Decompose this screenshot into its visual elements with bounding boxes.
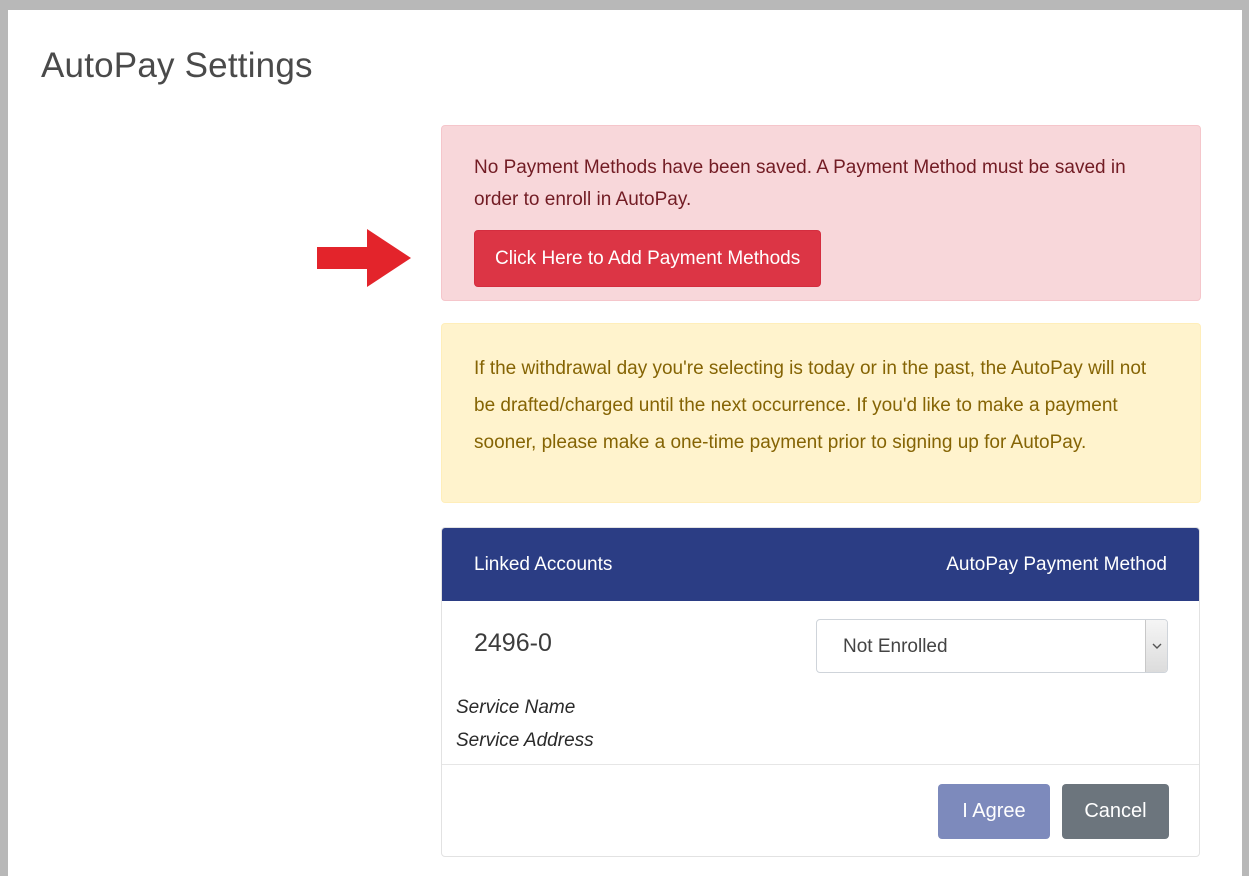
page-title: AutoPay Settings	[41, 46, 313, 85]
page-frame: AutoPay Settings No Payment Methods have…	[0, 0, 1249, 876]
linked-accounts-card: Linked Accounts AutoPay Payment Method 2…	[441, 527, 1200, 857]
account-row: 2496-0 Service Name Service Address Not …	[442, 601, 1199, 765]
arrow-right-icon	[317, 229, 411, 287]
payment-method-selected-value: Not Enrolled	[843, 636, 948, 657]
service-address: Service Address	[456, 730, 594, 751]
withdrawal-day-warning: If the withdrawal day you're selecting i…	[441, 323, 1201, 503]
cancel-button[interactable]: Cancel	[1062, 784, 1169, 839]
service-info: Service Name Service Address	[456, 691, 594, 757]
add-payment-methods-button[interactable]: Click Here to Add Payment Methods	[474, 230, 822, 287]
linked-accounts-heading: Linked Accounts	[474, 553, 613, 575]
linked-accounts-header: Linked Accounts AutoPay Payment Method	[442, 528, 1199, 601]
withdrawal-day-message: If the withdrawal day you're selecting i…	[474, 358, 1147, 453]
chevron-down-icon[interactable]	[1145, 620, 1167, 672]
card-footer: I Agree Cancel	[442, 765, 1199, 856]
no-payment-methods-alert: No Payment Methods have been saved. A Pa…	[441, 125, 1201, 301]
autopay-payment-method-heading: AutoPay Payment Method	[946, 553, 1167, 575]
service-name: Service Name	[456, 697, 576, 718]
payment-method-select[interactable]: Not Enrolled	[816, 619, 1168, 673]
account-number: 2496-0	[474, 629, 552, 657]
no-payment-methods-message: No Payment Methods have been saved. A Pa…	[474, 157, 1126, 210]
i-agree-button[interactable]: I Agree	[938, 784, 1050, 839]
